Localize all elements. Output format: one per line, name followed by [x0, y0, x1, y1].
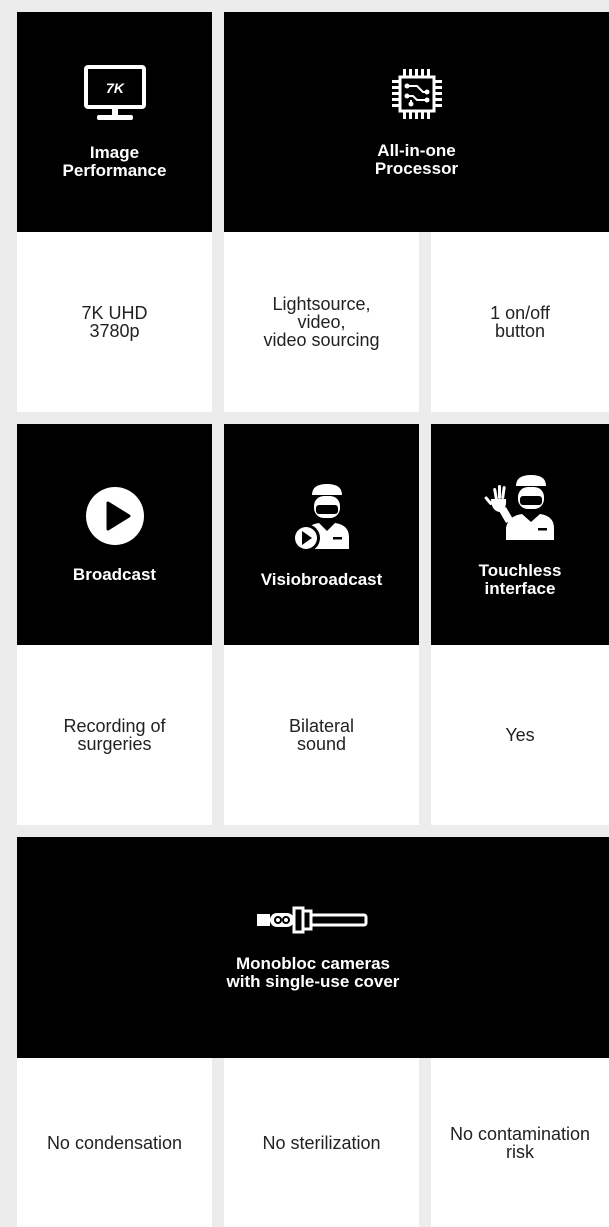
- visiobroadcast-tile: Visiobroadcast: [224, 424, 419, 645]
- monitor-7k-icon: 7K: [83, 65, 146, 120]
- broadcast-tile: Broadcast: [17, 424, 212, 645]
- play-icon: [85, 486, 144, 545]
- image-performance-title: Image Performance: [62, 143, 167, 180]
- surgeon-wave-icon: [484, 474, 554, 540]
- value-tile-contamination: No contamination risk: [431, 1058, 609, 1227]
- value-text: No contamination risk: [449, 1123, 591, 1162]
- value-tile-sterilization: No sterilization: [224, 1058, 419, 1227]
- broadcast-title: Broadcast: [72, 564, 157, 584]
- value-tile-resolution: 7K UHD 3780p: [17, 232, 212, 412]
- value-text: No sterilization: [262, 1132, 381, 1153]
- value-tile-touchless: Yes: [431, 645, 609, 825]
- value-text: Recording of surgeries: [63, 716, 166, 754]
- visiobroadcast-title: Visiobroadcast: [260, 569, 383, 589]
- processor-tile: All-in-one Processor: [224, 12, 609, 232]
- cameras-title: Monobloc cameras with single-use cover: [226, 953, 400, 991]
- touchless-title: Touchless interface: [478, 560, 562, 598]
- value-text: Yes: [505, 725, 535, 745]
- chip-icon: [391, 69, 442, 119]
- value-tile-sound: Bilateral sound: [224, 645, 419, 825]
- value-text: 1 on/off button: [490, 303, 550, 341]
- processor-title: All-in-one Processor: [374, 141, 459, 178]
- value-tile-button: 1 on/off button: [431, 232, 609, 412]
- value-text: Bilateral sound: [288, 716, 355, 754]
- surgeon-play-icon: [291, 483, 349, 551]
- value-text: Lightsource, video, video sourcing: [263, 294, 380, 350]
- cameras-tile: Monobloc cameras with single-use cover: [17, 837, 609, 1058]
- value-text: 7K UHD 3780p: [81, 303, 148, 341]
- value-tile-recording: Recording of surgeries: [17, 645, 212, 825]
- value-tile-processor-features: Lightsource, video, video sourcing: [224, 232, 419, 412]
- touchless-tile: Touchless interface: [431, 424, 609, 645]
- image-performance-tile: 7K Image Performance: [17, 12, 212, 232]
- camera-probe-icon: [257, 906, 368, 933]
- monitor-badge: 7K: [106, 80, 125, 96]
- value-tile-condensation: No condensation: [17, 1058, 212, 1227]
- value-text: No condensation: [46, 1132, 183, 1153]
